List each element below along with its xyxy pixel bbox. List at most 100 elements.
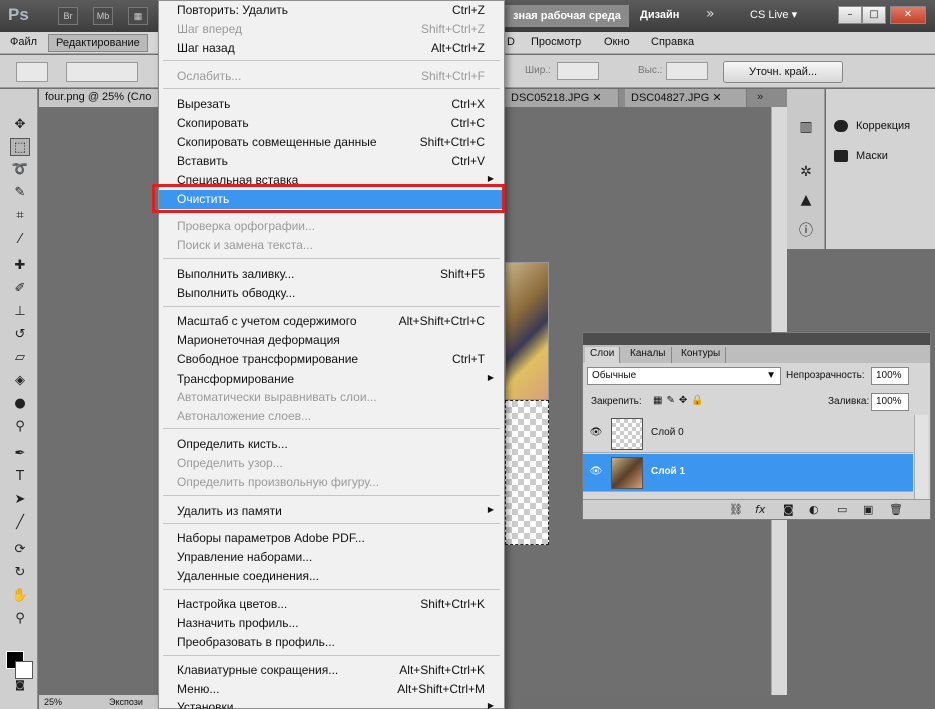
layer-row[interactable]: 👁 Слой 0 [583,415,913,453]
close-tab-icon[interactable]: ✕ [712,92,721,104]
eyedropper-tool-icon[interactable]: ⁄ [10,231,30,249]
3d-orbit-tool-icon[interactable]: ↻ [10,564,30,582]
menu-item-content-aware-scale[interactable]: Масштаб с учетом содержимого Alt+Shift+Ct… [159,312,504,331]
tab-four-png[interactable]: four.png @ 25% (Сло [39,89,159,107]
quick-selection-tool-icon[interactable]: ✎ [10,184,30,202]
tab-channels[interactable]: Каналы [625,347,672,363]
zoom-level[interactable]: 25% [44,697,62,707]
link-layers-icon[interactable]: ⛓ [729,503,743,516]
crop-tool-icon[interactable]: ⌗ [10,207,30,225]
layer-row-selected[interactable]: 👁 Слой 1 [583,454,913,492]
healing-brush-tool-icon[interactable]: ✚ [10,257,30,275]
eye-icon[interactable]: 👁 [589,427,603,439]
add-mask-icon[interactable]: ◙ [783,503,794,516]
close-button[interactable]: ✕ [890,6,926,24]
dodge-tool-icon[interactable]: ⚲ [10,418,30,436]
new-layer-icon[interactable]: ▣ [863,503,873,516]
masks-panel-tab[interactable]: Маски [834,150,888,163]
tab-paths[interactable]: Контуры [676,347,727,363]
menu-item-keyboard-shortcuts[interactable]: Клавиатурные сокращения... Alt+Shift+Ctrl… [159,661,504,680]
path-selection-tool-icon[interactable]: ➤ [10,491,30,509]
menu-item-paste[interactable]: Вставить Ctrl+V [159,152,504,171]
blend-mode-select[interactable]: Обычные ▼ [587,367,781,385]
menu-item-preferences[interactable]: Установки ▶ [159,698,504,709]
adjustment-layer-icon[interactable]: ◐ [809,503,819,516]
menu-item-remote-connections[interactable]: Удаленные соединения... [159,567,504,586]
adjustments-panel-icon[interactable]: ▥ [795,117,817,137]
type-tool-icon[interactable]: T [10,468,30,486]
menu-view[interactable]: Просмотр [531,36,581,48]
selection-mode-buttons[interactable] [66,62,138,82]
menu-item-transform[interactable]: Трансформирование ▶ [159,370,504,389]
shape-tool-icon[interactable]: ╱ [10,514,30,532]
zoom-tool-icon[interactable]: ⚲ [10,610,30,628]
eye-icon[interactable]: 👁 [589,466,603,478]
hand-tool-icon[interactable]: ✋ [10,587,30,605]
corrections-panel-tab[interactable]: Коррекция [834,120,910,133]
menu-item-preset-manager[interactable]: Управление наборами... [159,548,504,567]
menu-item-copy[interactable]: Скопировать Ctrl+C [159,114,504,133]
menu-item-step-forward[interactable]: Шаг вперед Shift+Ctrl+Z [159,20,504,39]
menu-item-fill[interactable]: Выполнить заливку... Shift+F5 [159,265,504,284]
menu-item-purge[interactable]: Удалить из памяти ▶ [159,502,504,521]
layers-panel-header[interactable] [583,333,930,345]
menu-item-copy-merged[interactable]: Скопировать совмещенные данные Shift+Ctrl… [159,133,504,152]
paint-bucket-tool-icon[interactable]: ◈ [10,372,30,390]
new-group-icon[interactable]: ▭ [837,503,847,516]
menu-item-pdf-presets[interactable]: Наборы параметров Adobe PDF... [159,529,504,548]
workspace-design-button[interactable]: Дизайн [640,9,679,21]
more-tabs-icon[interactable]: » [751,89,787,107]
menu-item-free-transform[interactable]: Свободное трансформирование Ctrl+T [159,350,504,369]
tab-layers[interactable]: Слои [585,347,621,363]
layer-style-icon[interactable]: fx [755,503,765,516]
menu-item-define-pattern[interactable]: Определить узор... [159,454,504,473]
info-icon[interactable]: ⓘ [795,221,817,241]
fill-input[interactable]: 100% [871,393,909,411]
refine-edge-button[interactable]: Уточн. край... [723,61,843,83]
background-color-swatch[interactable] [15,661,33,679]
menu-3d[interactable]: D [507,36,515,48]
menu-item-spell-check[interactable]: Проверка орфографии... [159,217,504,236]
opacity-input[interactable]: 100% [871,367,909,385]
menu-item-redo[interactable]: Повторить: Удалить Ctrl+Z [159,1,504,20]
menu-file[interactable]: Файл [10,36,37,48]
marquee-tool-icon[interactable]: ⬚ [10,138,30,156]
more-workspaces-icon[interactable]: » [706,6,715,22]
cs-live-button[interactable]: CS Live ▾ [750,8,797,21]
histogram-icon[interactable]: ▲ [795,190,817,210]
mini-bridge-button[interactable]: Mb [93,7,113,25]
menu-item-define-brush[interactable]: Определить кисть... [159,435,504,454]
3d-rotate-tool-icon[interactable]: ⟳ [10,541,30,559]
lasso-tool-icon[interactable]: ➰ [10,161,30,179]
menu-item-define-shape[interactable]: Определить произвольную фигуру... [159,473,504,492]
move-tool-icon[interactable]: ✥ [10,116,30,134]
menu-item-puppet-warp[interactable]: Марионеточная деформация [159,331,504,350]
workspace-essentials-button[interactable]: зная рабочая среда [505,5,629,27]
clone-stamp-tool-icon[interactable]: ⊥ [10,303,30,321]
tab-dsc05218[interactable]: DSC05218.JPG ✕ [505,89,619,107]
delete-layer-icon[interactable]: 🗑 [889,503,903,516]
menu-item-assign-profile[interactable]: Назначить профиль... [159,614,504,633]
menu-item-auto-align[interactable]: Автоматически выравнивать слои... [159,388,504,407]
quick-mask-icon[interactable]: ◙ [10,677,30,695]
pen-tool-icon[interactable]: ✒ [10,445,30,463]
brush-tool-icon[interactable]: ✐ [10,280,30,298]
close-tab-icon[interactable]: ✕ [592,92,601,104]
menu-edit[interactable]: Редактирование [48,34,148,52]
menu-item-cut[interactable]: Вырезать Ctrl+X [159,95,504,114]
minimize-button[interactable]: – [838,6,862,24]
history-brush-tool-icon[interactable]: ↺ [10,326,30,344]
menu-help[interactable]: Справка [651,36,694,48]
tool-preset-picker[interactable] [16,62,48,82]
menu-item-stroke[interactable]: Выполнить обводку... [159,284,504,303]
menu-item-auto-blend[interactable]: Автоналожение слоев... [159,407,504,426]
layers-scrollbar[interactable] [914,415,928,499]
maximize-button[interactable]: □ [862,6,886,24]
tools-options-icon[interactable]: ✲ [795,162,817,182]
bridge-button[interactable]: Br [58,7,78,25]
menu-item-step-backward[interactable]: Шаг назад Alt+Ctrl+Z [159,39,504,58]
menu-item-find-replace[interactable]: Поиск и замена текста... [159,236,504,255]
height-input[interactable] [666,62,708,80]
width-input[interactable] [557,62,599,80]
menu-item-color-settings[interactable]: Настройка цветов... Shift+Ctrl+K [159,595,504,614]
